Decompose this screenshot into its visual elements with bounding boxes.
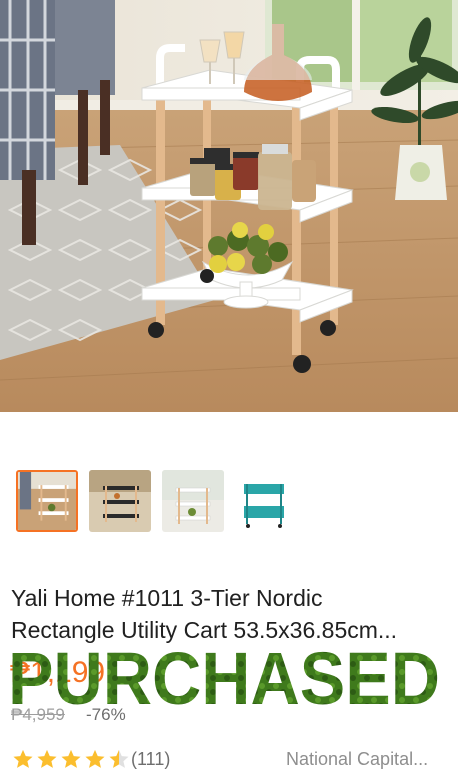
thumbnail-1[interactable] [16, 470, 78, 532]
purchased-stamp-text: PURCHASED [8, 640, 440, 712]
star-icon [13, 749, 33, 768]
product-title-line-1: Yali Home #1011 3-Tier Nordic [11, 585, 323, 611]
seller-location: National Capital... [286, 749, 429, 769]
star-icon [61, 749, 81, 768]
star-icon [85, 749, 105, 768]
original-price: ₱4,959 [11, 705, 65, 724]
product-main-image[interactable] [0, 0, 458, 412]
star-icon [37, 749, 57, 768]
discount-badge: -76% [86, 705, 126, 724]
product-title: Yali Home #1011 3-Tier Nordic Rectangle … [11, 582, 451, 646]
thumbnail-4[interactable] [240, 470, 288, 532]
purchased-stamp: PURCHASED [8, 640, 440, 712]
half-star-icon [109, 749, 129, 768]
image-thumbnail-strip [16, 470, 446, 534]
thumbnail-2[interactable] [89, 470, 151, 532]
review-count[interactable]: (111) [131, 749, 170, 770]
thumbnail-3[interactable] [162, 470, 224, 532]
